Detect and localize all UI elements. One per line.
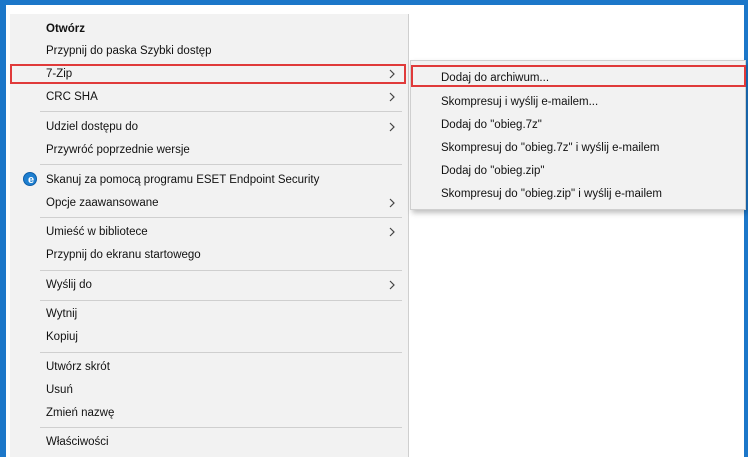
submenu-item-compress-email[interactable]: Skompresuj i wyślij e-mailem... (411, 91, 745, 113)
submenu-7zip: Dodaj do archiwum... Skompresuj i wyślij… (410, 60, 746, 210)
menu-item-label: Wytnij (46, 308, 78, 320)
menu-item-label: Utwórz skrót (46, 361, 110, 373)
menu-item-label: Zmień nazwę (46, 407, 115, 419)
menu-item-label: Właściwości (46, 436, 109, 448)
menu-item-crc-sha[interactable]: CRC SHA (10, 86, 408, 108)
submenu-item-label: Dodaj do "obieg.7z" (441, 119, 542, 131)
menu-item-label: Skanuj za pomocą programu ESET Endpoint … (46, 174, 320, 186)
menu-item-eset-scan[interactable]: Skanuj za pomocą programu ESET Endpoint … (10, 169, 408, 191)
chevron-right-icon (389, 227, 395, 237)
submenu-item-compress-7z-email[interactable]: Skompresuj do "obieg.7z" i wyślij e-mail… (411, 137, 745, 159)
menu-item-create-shortcut[interactable]: Utwórz skrót (10, 356, 408, 378)
eset-shield-icon (23, 169, 38, 191)
chevron-right-icon (389, 69, 395, 79)
menu-item-advanced-options[interactable]: Opcje zaawansowane (10, 192, 408, 214)
menu-item-cut[interactable]: Wytnij (10, 303, 408, 325)
window-left-edge (0, 0, 6, 457)
submenu-item-add-to-7z[interactable]: Dodaj do "obieg.7z" (411, 114, 745, 136)
menu-item-label: Przypnij do paska Szybki dostęp (46, 45, 212, 57)
menu-item-give-access[interactable]: Udziel dostępu do (10, 116, 408, 138)
submenu-item-add-to-zip[interactable]: Dodaj do "obieg.zip" (411, 160, 745, 182)
menu-item-label: CRC SHA (46, 91, 98, 103)
selection-highlight (411, 65, 746, 87)
submenu-item-label: Skompresuj do "obieg.7z" i wyślij e-mail… (441, 142, 660, 154)
menu-item-label: 7-Zip (46, 68, 73, 80)
menu-item-pin-to-start[interactable]: Przypnij do ekranu startowego (10, 244, 408, 266)
chevron-right-icon (389, 122, 395, 132)
menu-item-label: Opcje zaawansowane (46, 197, 159, 209)
menu-item-send-to[interactable]: Wyślij do (10, 274, 408, 296)
menu-item-label: Przywróć poprzednie wersje (46, 144, 190, 156)
menu-separator (40, 427, 402, 428)
submenu-item-label: Dodaj do "obieg.zip" (441, 165, 545, 177)
chevron-right-icon (389, 198, 395, 208)
menu-item-open[interactable]: Otwórz (10, 18, 408, 40)
context-menu: Otwórz Przypnij do paska Szybki dostęp 7… (10, 14, 409, 457)
menu-item-7zip[interactable]: 7-Zip (10, 63, 408, 85)
submenu-item-compress-zip-email[interactable]: Skompresuj do "obieg.zip" i wyślij e-mai… (411, 183, 745, 205)
chevron-right-icon (389, 280, 395, 290)
menu-separator (40, 352, 402, 353)
chevron-right-icon (389, 92, 395, 102)
window-top-edge (0, 0, 748, 5)
menu-item-label: Usuń (46, 384, 73, 396)
menu-item-include-in-library[interactable]: Umieść w bibliotece (10, 221, 408, 243)
menu-item-label: Przypnij do ekranu startowego (46, 249, 201, 261)
menu-item-pin-quick-access[interactable]: Przypnij do paska Szybki dostęp (10, 40, 408, 62)
menu-item-label: Kopiuj (46, 331, 78, 343)
menu-separator (40, 217, 402, 218)
menu-separator (40, 270, 402, 271)
menu-item-label: Otwórz (46, 23, 85, 35)
submenu-item-label: Skompresuj i wyślij e-mailem... (441, 96, 599, 108)
menu-item-restore-versions[interactable]: Przywróć poprzednie wersje (10, 139, 408, 161)
menu-item-label: Udziel dostępu do (46, 121, 139, 133)
submenu-item-label: Skompresuj do "obieg.zip" i wyślij e-mai… (441, 188, 662, 200)
menu-separator (40, 300, 402, 301)
menu-item-label: Wyślij do (46, 279, 92, 291)
menu-item-rename[interactable]: Zmień nazwę (10, 402, 408, 424)
menu-item-delete[interactable]: Usuń (10, 379, 408, 401)
menu-separator (40, 111, 402, 112)
menu-separator (40, 164, 402, 165)
menu-item-properties[interactable]: Właściwości (10, 431, 408, 453)
menu-item-copy[interactable]: Kopiuj (10, 326, 408, 348)
menu-item-label: Umieść w bibliotece (46, 226, 148, 238)
